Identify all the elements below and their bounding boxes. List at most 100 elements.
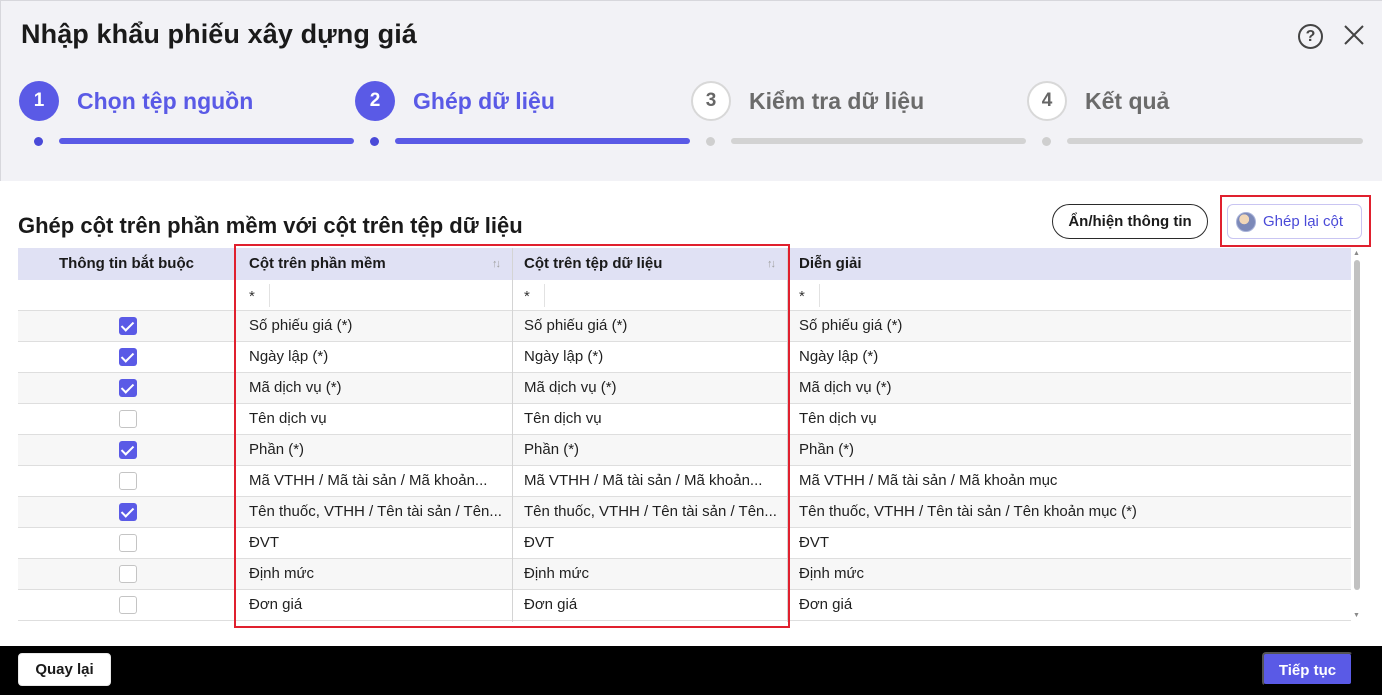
close-icon[interactable] — [1342, 23, 1366, 47]
description-cell: Định mức — [799, 565, 865, 582]
filter-divider — [544, 284, 545, 307]
scroll-up-icon[interactable]: ▲ — [1353, 250, 1360, 257]
step-3-dot — [706, 137, 715, 146]
description-cell: Ngày lập (*) — [799, 348, 879, 365]
required-checkbox[interactable] — [119, 565, 137, 583]
file-column-cell[interactable]: Đơn giá — [524, 590, 779, 620]
software-column-cell[interactable]: Tên thuốc, VTHH / Tên tài sản / Tên... — [249, 497, 504, 527]
table-header: Thông tin bắt buộc Cột trên phần mềm ↑↓ … — [18, 248, 1351, 280]
step-1-progress — [59, 138, 354, 144]
file-column-cell[interactable]: Tên thuốc, VTHH / Tên tài sản / Tên... — [524, 497, 779, 527]
col-required[interactable]: Thông tin bắt buộc — [18, 248, 235, 280]
required-checkbox[interactable] — [119, 503, 137, 521]
column-divider — [787, 248, 788, 622]
required-checkbox[interactable] — [119, 441, 137, 459]
step-2-progress — [395, 138, 690, 144]
file-column-cell[interactable]: Phần (*) — [524, 435, 779, 465]
scrollbar-thumb[interactable] — [1354, 260, 1360, 590]
filter-row: * * * — [18, 280, 1351, 311]
required-checkbox[interactable] — [119, 596, 137, 614]
column-divider — [235, 248, 236, 622]
table-row[interactable]: Phần (*) Phần (*) Phần (*) — [18, 435, 1351, 466]
step-4-progress — [1067, 138, 1363, 144]
table-row[interactable]: Đơn giá Đơn giá Đơn giá — [18, 590, 1351, 621]
filter-divider — [819, 284, 820, 307]
step-3-number: 3 — [691, 81, 731, 121]
software-column-cell[interactable]: Mã VTHH / Mã tài sản / Mã khoản... — [249, 466, 504, 496]
col-file[interactable]: Cột trên tệp dữ liệu — [524, 248, 662, 280]
required-checkbox[interactable] — [119, 534, 137, 552]
file-column-cell[interactable]: Số phiếu giá (*) — [524, 311, 779, 341]
required-checkbox[interactable] — [119, 379, 137, 397]
file-column-cell[interactable]: Mã VTHH / Mã tài sản / Mã khoản... — [524, 466, 779, 496]
description-cell: ĐVT — [799, 534, 829, 551]
remap-columns-button[interactable]: Ghép lại cột — [1227, 204, 1362, 239]
step-4-number: 4 — [1027, 81, 1067, 121]
software-column-cell[interactable]: Đơn giá — [249, 590, 504, 620]
filter-operator-icon[interactable]: * — [524, 288, 530, 305]
description-cell: Phần (*) — [799, 441, 855, 458]
dialog-title: Nhập khẩu phiếu xây dựng giá — [21, 19, 417, 49]
software-column-cell[interactable]: Định mức — [249, 559, 504, 589]
filter-divider — [269, 284, 270, 307]
filter-software[interactable]: * — [235, 280, 513, 311]
software-column-cell[interactable]: Số phiếu giá (*) — [249, 311, 504, 341]
col-description[interactable]: Diễn giải — [799, 248, 862, 280]
table-row[interactable]: Mã VTHH / Mã tài sản / Mã khoản... Mã VTH… — [18, 466, 1351, 497]
description-cell: Mã VTHH / Mã tài sản / Mã khoản mục — [799, 472, 1058, 489]
software-column-cell[interactable]: Tên dịch vụ — [249, 404, 504, 434]
table-row[interactable]: Tên dịch vụ Tên dịch vụ Tên dịch vụ — [18, 404, 1351, 435]
file-column-cell[interactable]: Tên dịch vụ — [524, 404, 779, 434]
file-column-cell[interactable]: ĐVT — [524, 528, 779, 558]
step-1-label: Chọn tệp nguồn — [77, 88, 254, 114]
software-column-cell[interactable]: Phần (*) — [249, 435, 504, 465]
table-row[interactable]: Ngày lập (*) Ngày lập (*) Ngày lập (*) — [18, 342, 1351, 373]
step-2-number: 2 — [355, 81, 395, 121]
toggle-info-button[interactable]: Ẩn/hiện thông tin — [1052, 204, 1208, 239]
step-2-dot — [370, 137, 379, 146]
table-row[interactable]: ĐVT ĐVT ĐVT — [18, 528, 1351, 559]
required-checkbox[interactable] — [119, 348, 137, 366]
file-column-cell[interactable]: Định mức — [524, 559, 779, 589]
description-cell: Tên dịch vụ — [799, 410, 877, 427]
col-software[interactable]: Cột trên phần mềm — [249, 248, 386, 280]
step-1-number: 1 — [19, 81, 59, 121]
step-4-label: Kết quả — [1085, 88, 1170, 114]
scroll-down-icon[interactable]: ▼ — [1353, 612, 1360, 619]
description-cell: Tên thuốc, VTHH / Tên tài sản / Tên khoả… — [799, 503, 1137, 520]
remap-columns-label: Ghép lại cột — [1263, 213, 1344, 230]
section-title: Ghép cột trên phần mềm với cột trên tệp … — [18, 213, 523, 238]
sort-icon[interactable]: ↑↓ — [767, 258, 776, 270]
table-row[interactable]: Tên thuốc, VTHH / Tên tài sản / Tên... Tê… — [18, 497, 1351, 528]
table-row[interactable]: Số phiếu giá (*) Số phiếu giá (*) Số phiếu… — [18, 311, 1351, 342]
step-4-dot — [1042, 137, 1051, 146]
back-button[interactable]: Quay lại — [18, 653, 111, 686]
import-dialog: Nhập khẩu phiếu xây dựng giá ? 1 Chọn tệ… — [0, 0, 1382, 646]
dialog-header: Nhập khẩu phiếu xây dựng giá ? 1 Chọn tệ… — [0, 0, 1382, 181]
next-button[interactable]: Tiếp tục — [1262, 652, 1353, 686]
table-row[interactable]: Mã dịch vụ (*) Mã dịch vụ (*) Mã dịch vụ (… — [18, 373, 1351, 404]
required-checkbox[interactable] — [119, 472, 137, 490]
filter-description[interactable]: * — [785, 280, 1345, 311]
software-column-cell[interactable]: ĐVT — [249, 528, 504, 558]
filter-operator-icon[interactable]: * — [249, 288, 255, 305]
software-column-cell[interactable]: Mã dịch vụ (*) — [249, 373, 504, 403]
step-3-progress — [731, 138, 1026, 144]
column-divider — [512, 248, 513, 622]
sort-icon[interactable]: ↑↓ — [492, 258, 501, 270]
file-column-cell[interactable]: Mã dịch vụ (*) — [524, 373, 779, 403]
required-checkbox[interactable] — [119, 317, 137, 335]
table-row[interactable]: Định mức Định mức Định mức — [18, 559, 1351, 590]
description-cell: Mã dịch vụ (*) — [799, 379, 892, 396]
filter-file[interactable]: * — [510, 280, 788, 311]
software-column-cell[interactable]: Ngày lập (*) — [249, 342, 504, 372]
help-icon[interactable]: ? — [1298, 24, 1323, 49]
description-cell: Đơn giá — [799, 596, 853, 613]
step-3-label: Kiểm tra dữ liệu — [749, 88, 925, 114]
file-column-cell[interactable]: Ngày lập (*) — [524, 342, 779, 372]
description-cell: Số phiếu giá (*) — [799, 317, 903, 334]
filter-operator-icon[interactable]: * — [799, 288, 805, 305]
avatar-icon — [1236, 211, 1256, 232]
required-checkbox[interactable] — [119, 410, 137, 428]
vertical-scrollbar[interactable]: ▲ ▼ — [1352, 248, 1362, 622]
